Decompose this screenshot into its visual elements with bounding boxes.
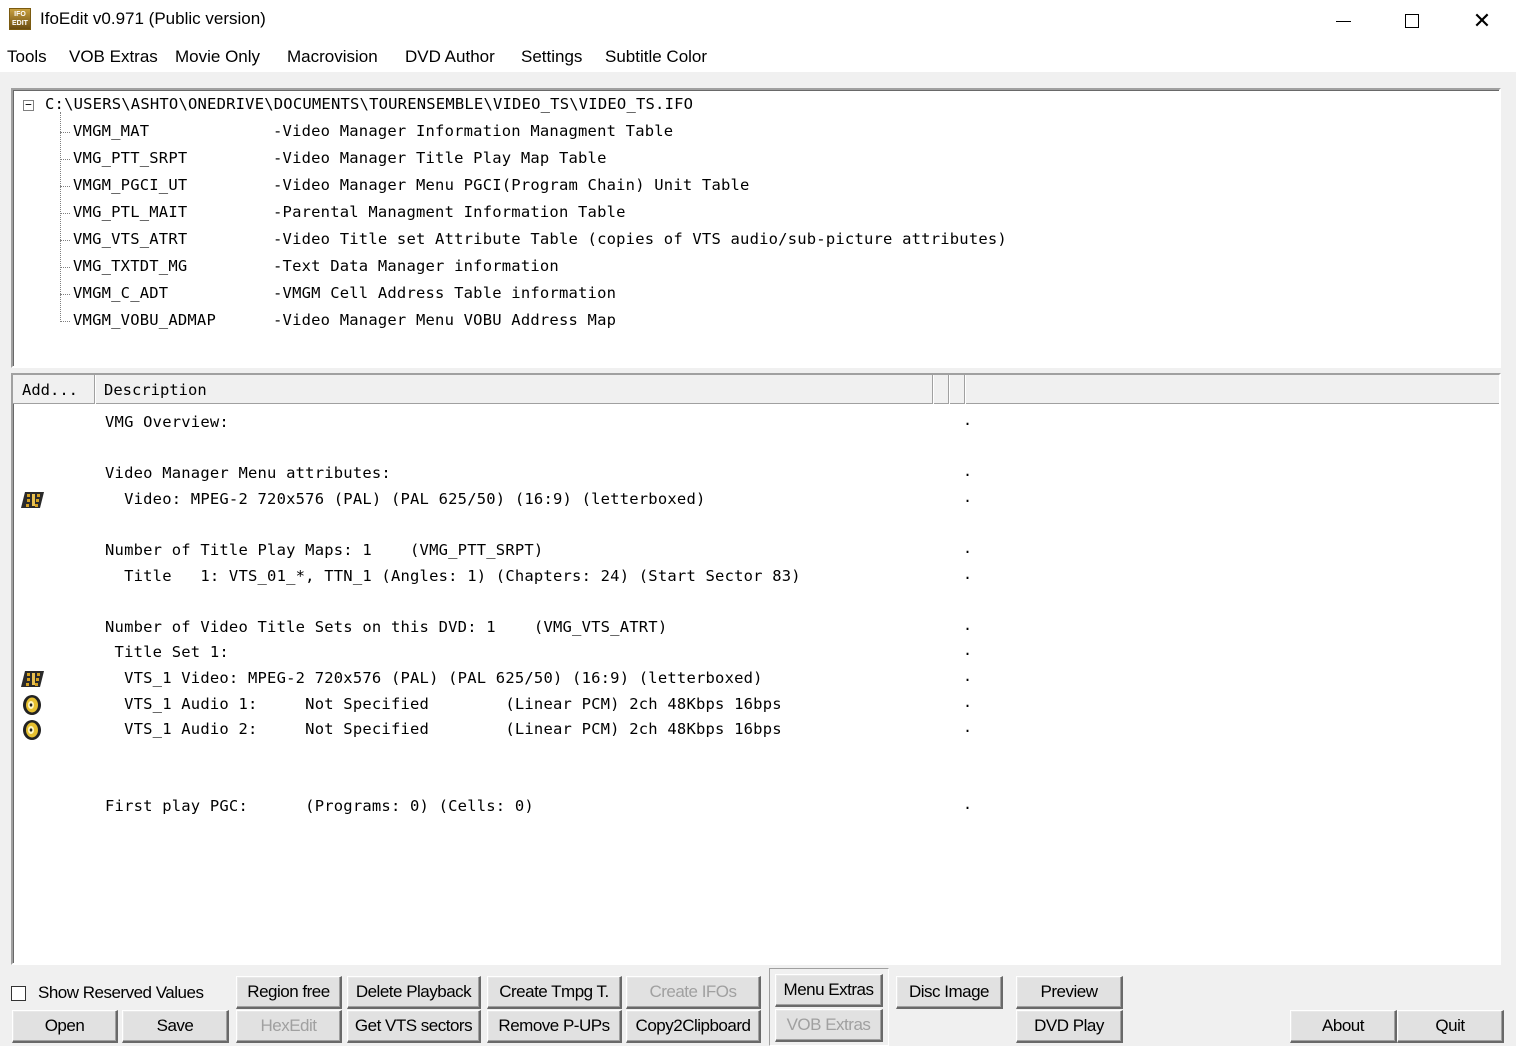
list-item-marker: . <box>963 795 973 813</box>
disc-image-button[interactable]: Disc Image <box>896 976 1003 1009</box>
list-item[interactable]: Number of Video Title Sets on this DVD: … <box>105 618 667 636</box>
tree-connector <box>60 294 70 295</box>
menu-subtitle-color[interactable]: Subtitle Color <box>605 47 707 67</box>
list-item-marker: . <box>963 641 973 660</box>
show-reserved-values-checkbox[interactable]: Show Reserved Values <box>11 983 204 1003</box>
tree-root-path[interactable]: C:\USERS\ASHTO\ONEDRIVE\DOCUMENTS\TOUREN… <box>45 95 693 113</box>
tree-node-description: -Video Title set Attribute Table (copies… <box>273 230 1007 248</box>
list-item[interactable]: VTS_1 Audio 1: Not Specified (Linear PCM… <box>105 695 782 713</box>
tree-node-description: -Video Manager Menu VOBU Address Map <box>273 311 617 329</box>
list-header: Add... Description <box>13 375 1499 404</box>
list-item-marker: . <box>963 539 973 557</box>
tree-node[interactable]: VMGM_C_ADT <box>73 284 168 302</box>
tree-node[interactable]: VMG_PTL_MAIT <box>73 203 187 221</box>
menu-settings[interactable]: Settings <box>521 47 582 67</box>
collapse-icon[interactable]: − <box>23 99 34 111</box>
list-item-marker: . <box>963 564 973 583</box>
description-list-view[interactable]: Add... Description VMG Overview:. Video M… <box>11 373 1501 965</box>
create-ifos-button: Create IFOs <box>626 976 761 1009</box>
tree-node[interactable]: VMGM_VOBU_ADMAP <box>73 311 216 329</box>
list-item[interactable]: VTS_1 Video: MPEG-2 720x576 (PAL) (PAL 6… <box>105 669 763 687</box>
tree-node-description: -Video Manager Menu PGCI(Program Chain) … <box>273 176 750 194</box>
create-tmpg-button[interactable]: Create Tmpg T. <box>487 976 622 1009</box>
tree-connector <box>60 186 70 187</box>
close-button[interactable]: ✕ <box>1447 0 1516 42</box>
save-button[interactable]: Save <box>122 1010 229 1043</box>
tree-connector <box>60 132 70 133</box>
tree-node-description: -Text Data Manager information <box>273 257 559 275</box>
list-item[interactable]: Title 1: VTS_01_*, TTN_1 (Angles: 1) (Ch… <box>105 567 801 585</box>
tree-node-description: -VMGM Cell Address Table information <box>273 284 617 302</box>
region-free-button[interactable]: Region free <box>236 976 342 1009</box>
close-icon: ✕ <box>1472 8 1492 33</box>
video-icon <box>21 491 45 509</box>
maximize-icon <box>1405 14 1419 28</box>
column-header-blank[interactable] <box>933 375 949 404</box>
menu-dvd-author[interactable]: DVD Author <box>405 47 495 67</box>
tree-node[interactable]: VMGM_PGCI_UT <box>73 176 187 194</box>
audio-icon <box>22 694 42 716</box>
show-reserved-values-label: Show Reserved Values <box>38 983 204 1002</box>
list-item-marker: . <box>963 692 973 711</box>
title-bar: IFO EDIT IfoEdit v0.971 (Public version)… <box>0 0 1516 42</box>
menu-macrovision[interactable]: Macrovision <box>287 47 378 67</box>
maximize-button[interactable] <box>1377 0 1447 42</box>
list-item[interactable]: Video Manager Menu attributes: <box>105 464 391 482</box>
tree-connector <box>60 159 70 160</box>
list-item-marker: . <box>963 462 973 481</box>
menu-tools[interactable]: Tools <box>7 47 47 67</box>
tree-connector <box>60 213 70 214</box>
tree-node-description: -Parental Managment Information Table <box>273 203 626 221</box>
list-item[interactable]: VMG Overview: <box>105 413 229 431</box>
list-item[interactable]: Video: MPEG-2 720x576 (PAL) (PAL 625/50)… <box>105 490 706 508</box>
list-item[interactable]: Number of Title Play Maps: 1 (VMG_PTT_SR… <box>105 541 543 559</box>
window-title: IfoEdit v0.971 (Public version) <box>40 9 266 28</box>
menu-extras-button[interactable]: Menu Extras <box>775 974 883 1007</box>
column-header-blank[interactable] <box>949 375 965 404</box>
app-icon: IFO EDIT <box>9 8 31 30</box>
menu-vob-extras[interactable]: VOB Extras <box>69 47 158 67</box>
get-vts-sectors-button[interactable]: Get VTS sectors <box>347 1010 481 1043</box>
column-header-add[interactable]: Add... <box>13 375 95 404</box>
open-button[interactable]: Open <box>12 1010 118 1043</box>
video-icon <box>21 670 45 688</box>
ifo-tree-view[interactable]: − C:\USERS\ASHTO\ONEDRIVE\DOCUMENTS\TOUR… <box>11 88 1501 368</box>
list-item[interactable]: Title Set 1: <box>105 643 229 661</box>
menu-bar: Tools VOB Extras Movie Only Macrovision … <box>0 42 1516 72</box>
menu-movie-only[interactable]: Movie Only <box>175 47 260 67</box>
tree-node-description: -Video Manager Title Play Map Table <box>273 149 607 167</box>
tree-connector <box>60 321 70 322</box>
dvd-play-button[interactable]: DVD Play <box>1016 1010 1123 1043</box>
delete-playback-button[interactable]: Delete Playback <box>347 976 481 1009</box>
tree-node-description: -Video Manager Information Managment Tab… <box>273 122 674 140</box>
tree-node[interactable]: VMG_VTS_ATRT <box>73 230 187 248</box>
remove-pups-button[interactable]: Remove P-UPs <box>487 1010 622 1043</box>
minimize-icon <box>1335 20 1351 22</box>
list-item[interactable]: VTS_1 Audio 2: Not Specified (Linear PCM… <box>105 720 782 738</box>
checkbox-box[interactable] <box>11 985 26 1001</box>
copy2clipboard-button[interactable]: Copy2Clipboard <box>626 1010 761 1043</box>
list-item[interactable]: First play PGC: (Programs: 0) (Cells: 0) <box>105 797 534 815</box>
tree-connector <box>60 267 70 268</box>
column-header-description[interactable]: Description <box>95 375 933 404</box>
preview-button[interactable]: Preview <box>1016 976 1123 1009</box>
list-item-marker: . <box>963 615 973 634</box>
vob-extras-button: VOB Extras <box>775 1009 883 1042</box>
tree-node[interactable]: VMG_TXTDT_MG <box>73 257 187 275</box>
tree-connector <box>60 112 61 322</box>
audio-icon <box>22 719 42 741</box>
tree-node[interactable]: VMG_PTT_SRPT <box>73 149 187 167</box>
minimize-button[interactable] <box>1308 0 1378 42</box>
hexedit-button: HexEdit <box>236 1010 342 1043</box>
tree-node[interactable]: VMGM_MAT <box>73 122 149 140</box>
quit-button[interactable]: Quit <box>1397 1010 1504 1043</box>
list-item-marker: . <box>963 667 973 685</box>
list-item-marker: . <box>963 411 973 429</box>
list-item-marker: . <box>963 718 973 737</box>
about-button[interactable]: About <box>1290 1010 1397 1043</box>
list-item-marker: . <box>963 487 973 506</box>
tree-connector <box>60 240 70 241</box>
